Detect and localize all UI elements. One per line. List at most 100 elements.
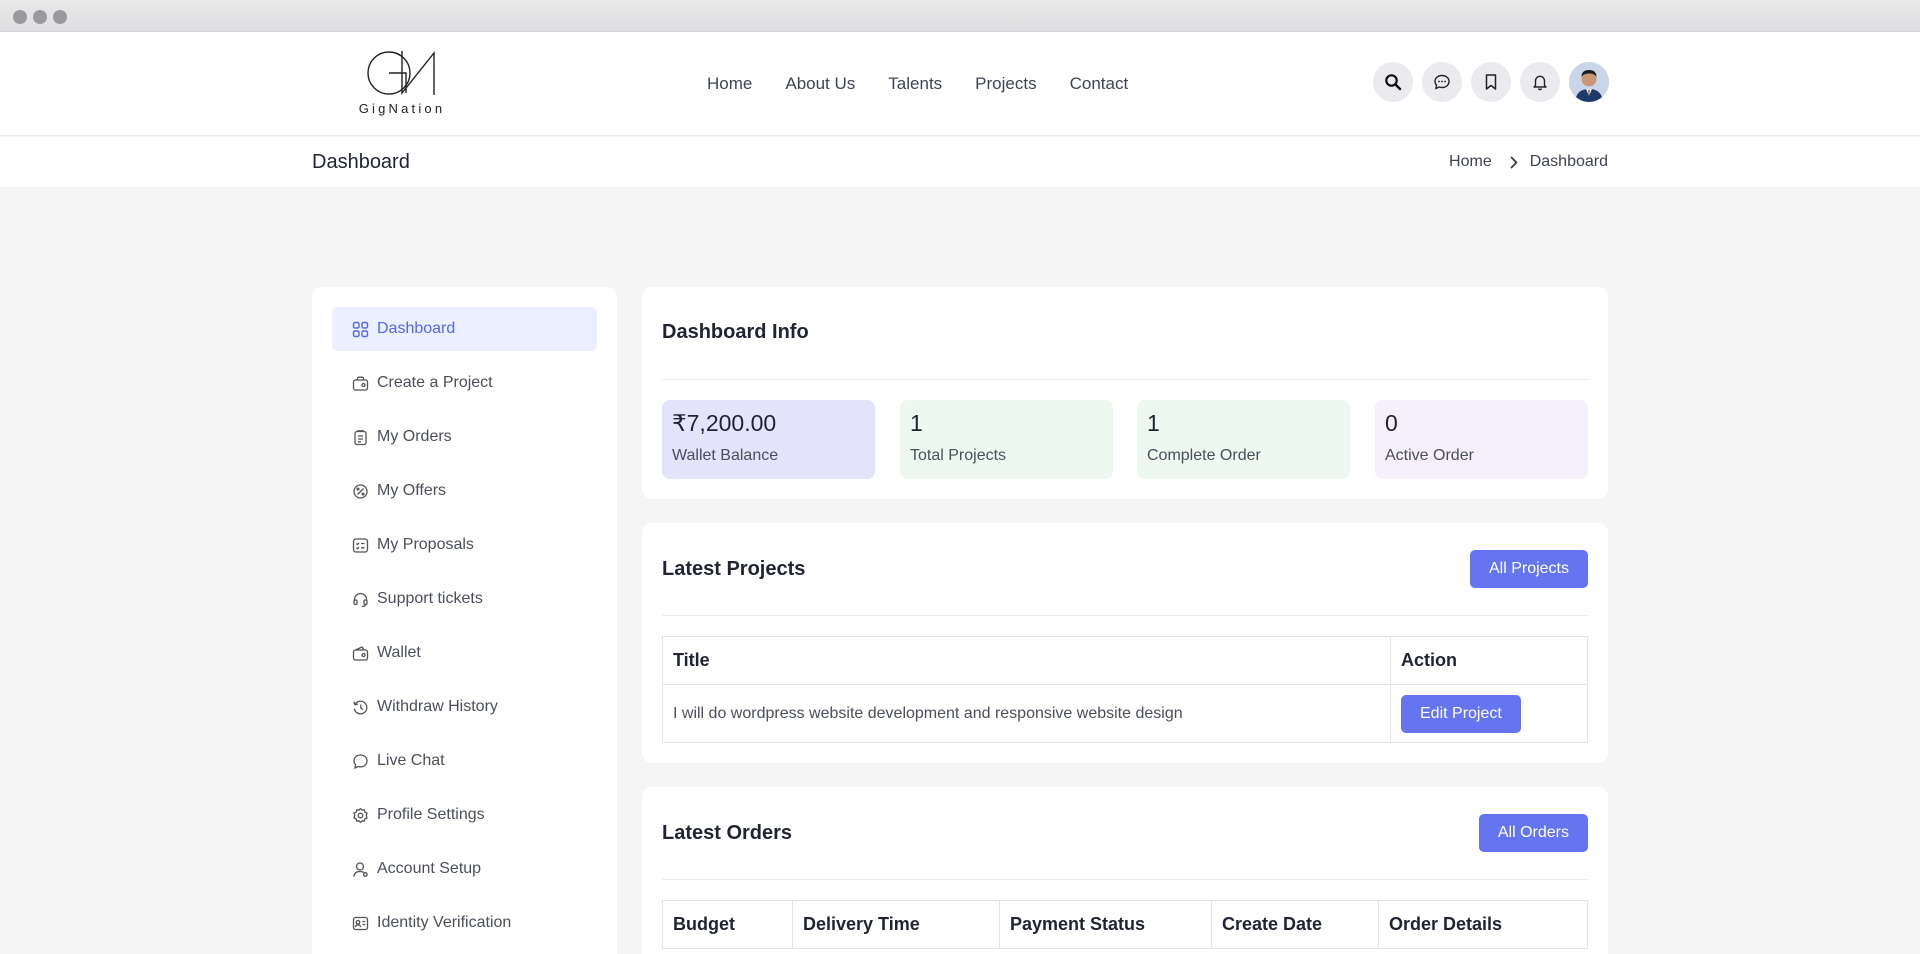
dashboard-sidebar: Dashboard Create a Project My Orders My … [312,287,617,954]
nav-projects[interactable]: Projects [975,74,1036,94]
history-icon [353,700,368,714]
latest-projects-table: Title Action I will do wordpress website… [662,636,1588,743]
divider [662,379,1588,380]
stat-value: 1 [910,410,923,436]
sidebar-item-label: My Orders [377,428,452,445]
user-avatar[interactable] [1569,62,1609,102]
column-header-delivery-time: Delivery Time [792,900,1000,949]
sidebar-item-label: Dashboard [377,320,456,337]
sidebar-item-wallet[interactable]: Wallet [332,631,597,675]
sidebar-item-label: Account Setup [377,860,482,877]
clipboard-icon [354,429,367,445]
chevron-right-icon [1510,156,1518,169]
window-close-dot[interactable] [13,10,27,24]
badge-icon [353,483,368,499]
grid-icon [352,321,369,337]
wallet-icon [352,645,369,661]
dashboard-info-title: Dashboard Info [662,321,809,343]
latest-orders-table: Budget Delivery Time Payment Status Crea… [662,900,1588,949]
sidebar-item-dashboard[interactable]: Dashboard [332,307,597,351]
breadcrumb: Home Dashboard [1449,153,1608,171]
gear-icon [353,807,368,823]
message-icon [353,753,368,769]
user-icon [353,861,368,877]
sidebar-item-live-chat[interactable]: Live Chat [332,739,597,783]
page-title: Dashboard [312,151,410,173]
sidebar-item-label: Profile Settings [377,806,485,823]
bookmark-icon [1485,74,1497,90]
latest-projects-card: Latest Projects All Projects Title Actio… [642,523,1608,763]
sidebar-item-create-project[interactable]: Create a Project [332,361,597,405]
nav-about-us[interactable]: About Us [785,74,855,94]
all-orders-button[interactable]: All Orders [1478,814,1588,852]
latest-orders-title: Latest Orders [662,822,793,844]
column-header-create-date: Create Date [1211,900,1379,949]
table-header-row: Budget Delivery Time Payment Status Crea… [662,900,1588,949]
list-icon [352,537,369,553]
chat-icon [1434,74,1450,90]
notifications-button[interactable] [1520,62,1560,102]
latest-projects-title: Latest Projects [662,558,806,580]
sidebar-item-label: My Proposals [377,536,474,553]
stat-label: Complete Order [1147,447,1261,464]
breadcrumb-current: Dashboard [1529,153,1608,170]
edit-project-button[interactable]: Edit Project [1401,694,1521,733]
stat-value: 0 [1385,410,1398,436]
sidebar-item-account-setup[interactable]: Account Setup [332,847,597,891]
briefcase-icon [352,376,369,391]
site-header: GigNation Home About Us Talents Projects… [0,32,1920,136]
column-header-action: Action [1390,636,1588,685]
nav-talents[interactable]: Talents [888,74,942,94]
brand-logo[interactable]: GigNation [352,49,452,119]
messages-button[interactable] [1422,62,1462,102]
stat-label: Wallet Balance [672,447,779,464]
stat-total-projects: 1 Total Projects [900,400,1113,479]
nav-home[interactable]: Home [707,74,752,94]
sidebar-item-label: Create a Project [377,374,493,391]
headset-icon [353,592,368,607]
sidebar-item-my-offers[interactable]: My Offers [332,469,597,513]
sidebar-item-my-orders[interactable]: My Orders [332,415,597,459]
column-header-title: Title [662,636,1391,685]
page-header-bar: Dashboard Home Dashboard [0,137,1920,187]
table-header-row: Title Action [662,636,1588,685]
browser-chrome [0,0,1920,32]
bookmarks-button[interactable] [1471,62,1511,102]
project-title-cell: I will do wordpress website development … [662,684,1391,743]
avatar-image [1569,62,1609,102]
all-projects-button[interactable]: All Projects [1469,550,1588,588]
stat-value: ₹7,200.00 [672,410,777,436]
stat-active-order: 0 Active Order [1375,400,1588,479]
sidebar-item-label: Live Chat [377,752,445,769]
stat-value: 1 [1147,410,1160,436]
stat-label: Active Order [1385,447,1474,464]
table-row: I will do wordpress website development … [662,684,1588,743]
nav-contact[interactable]: Contact [1070,74,1129,94]
dashboard-info-card: Dashboard Info ₹7,200.00 Wallet Balance … [642,287,1608,499]
sidebar-item-label: Withdraw History [377,698,498,715]
breadcrumb-home[interactable]: Home [1449,153,1492,171]
sidebar-item-label: Identity Verification [377,914,512,931]
window-minimize-dot[interactable] [33,10,47,24]
stat-complete-order: 1 Complete Order [1137,400,1350,479]
column-header-payment-status: Payment Status [999,900,1212,949]
search-icon [1385,74,1402,91]
latest-orders-card: Latest Orders All Orders Budget Delivery… [642,787,1608,954]
column-header-budget: Budget [662,900,793,949]
sidebar-item-profile-settings[interactable]: Profile Settings [332,793,597,837]
window-maximize-dot[interactable] [53,10,67,24]
sidebar-item-label: My Offers [377,482,447,499]
brand-logo-text: GigNation [358,101,446,116]
project-action-cell: Edit Project [1390,684,1588,743]
column-header-order-details: Order Details [1378,900,1588,949]
sidebar-item-withdraw-history[interactable]: Withdraw History [332,685,597,729]
stat-label: Total Projects [910,447,1007,464]
sidebar-item-label: Wallet [377,644,421,661]
divider [662,615,1588,616]
sidebar-item-my-proposals[interactable]: My Proposals [332,523,597,567]
search-button[interactable] [1373,62,1413,102]
sidebar-item-support-tickets[interactable]: Support tickets [332,577,597,621]
logo-mark-icon [367,51,435,95]
sidebar-item-identity-verification[interactable]: Identity Verification [332,901,597,945]
header-actions [1373,62,1609,102]
